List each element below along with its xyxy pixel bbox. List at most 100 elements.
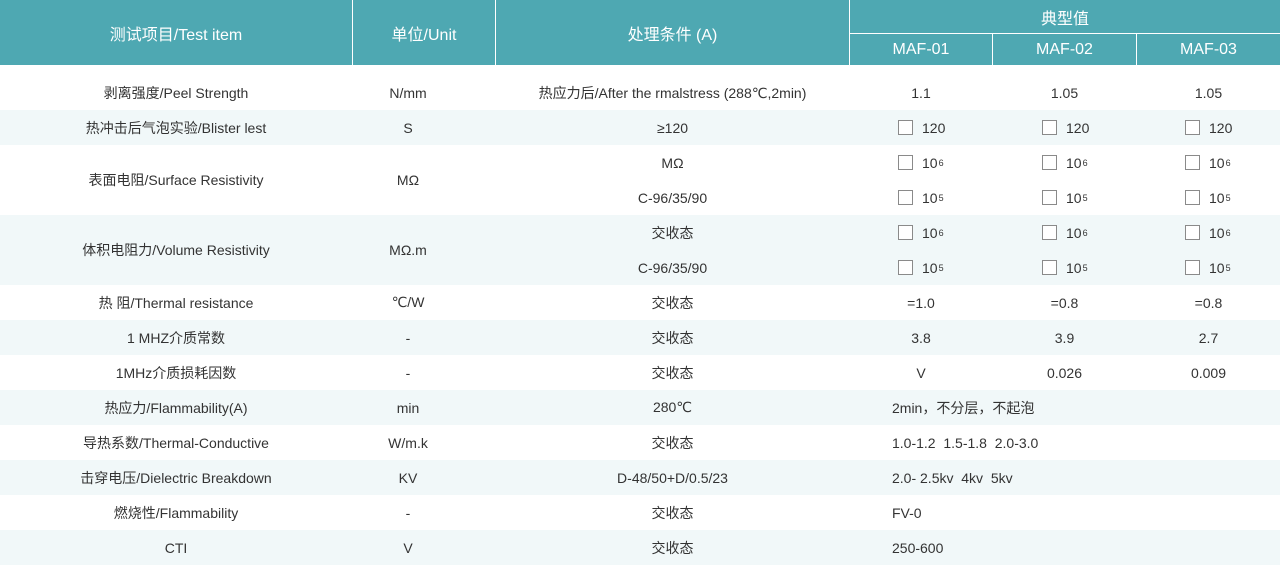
cell-test-item: 1 MHZ介质常数 — [127, 329, 225, 346]
cell-value-merged: FV-0 — [892, 504, 922, 521]
cell-condition: D-48/50+D/0.5/23 — [617, 469, 728, 486]
value-text: 120 — [1209, 119, 1233, 136]
cell-condition: 交收态 — [651, 539, 694, 556]
cell-value-maf02: 10 6 — [1042, 145, 1132, 180]
value-text: 120 — [922, 119, 946, 136]
cell-unit: - — [405, 364, 411, 381]
checkbox[interactable] — [1185, 260, 1200, 275]
cell-value-merged: 1.0-1.2 1.5-1.8 2.0-3.0 — [892, 434, 1039, 451]
cell-test-item: 表面电阻/Surface Resistivity — [88, 172, 264, 188]
cell-unit: V — [403, 539, 413, 556]
cell-condition: 交收态 — [651, 364, 694, 381]
cell-value-maf02: 0.026 — [1046, 364, 1083, 381]
cell-value-maf02: 1.05 — [1050, 84, 1079, 101]
checkbox[interactable] — [898, 120, 913, 135]
cell-condition: 交收态 — [651, 224, 694, 241]
cell-unit: min — [396, 399, 420, 416]
cell-unit: KV — [398, 469, 418, 486]
cell-test-item: 燃烧性/Flammability — [113, 504, 239, 521]
cell-value-maf02: 10 5 — [1042, 180, 1132, 215]
cell-value-maf01: =1.0 — [907, 294, 935, 311]
header-product-maf01: MAF-01 — [850, 34, 992, 65]
cell-value-maf03: 120 — [1185, 110, 1275, 145]
cell-value-maf02: 120 — [1042, 110, 1132, 145]
cell-condition: C-96/35/90 — [637, 259, 708, 276]
cell-test-item: 击穿电压/Dielectric Breakdown — [80, 469, 272, 486]
cell-value-maf03: 10 5 — [1185, 250, 1275, 285]
checkbox[interactable] — [1042, 225, 1057, 240]
value-text: 10 — [1209, 154, 1225, 171]
cell-value-maf03: =0.8 — [1194, 294, 1223, 311]
cell-unit: MΩ — [396, 172, 420, 188]
checkbox[interactable] — [1185, 225, 1200, 240]
cell-value-merged: 2min，不分层，不起泡 — [892, 399, 1035, 416]
checkbox[interactable] — [898, 225, 913, 240]
cell-condition: 交收态 — [651, 329, 694, 346]
cell-value-maf03: 10 6 — [1185, 215, 1275, 250]
checkbox[interactable] — [1185, 155, 1200, 170]
cell-test-item: CTI — [164, 539, 188, 556]
cell-test-item: 热冲击后气泡实验/Blister lest — [85, 119, 267, 136]
cell-value-maf01: 10 5 — [898, 180, 988, 215]
value-text: 10 — [1066, 259, 1082, 276]
value-text: 10 — [1066, 189, 1082, 206]
cell-condition: C-96/35/90 — [637, 189, 708, 206]
cell-value-maf03: 0.009 — [1190, 364, 1227, 381]
header-condition: 处理条件 (A) — [496, 0, 849, 65]
header-unit: 单位/Unit — [353, 0, 495, 65]
cell-test-item: 导热系数/Thermal-Conductive — [83, 434, 269, 451]
cell-value-maf02: 10 6 — [1042, 215, 1132, 250]
header-product-maf02: MAF-02 — [993, 34, 1136, 65]
header-product-maf03: MAF-03 — [1137, 34, 1280, 65]
cell-value-maf01: 120 — [898, 110, 988, 145]
value-text: 10 — [1209, 259, 1225, 276]
cell-unit: - — [405, 504, 411, 521]
cell-value-maf02: 3.9 — [1054, 329, 1075, 346]
cell-value-merged: 250-600 — [892, 539, 944, 556]
value-text: 10 — [922, 224, 938, 241]
value-text: 10 — [922, 154, 938, 171]
cell-value-merged: 2.0- 2.5kv 4kv 5kv — [892, 469, 1013, 486]
cell-condition: 热应力后/After the rmalstress (288℃,2min) — [538, 84, 807, 101]
cell-value-maf03: 10 6 — [1185, 145, 1275, 180]
cell-value-maf01: 3.8 — [911, 329, 931, 346]
header-typical-value: 典型值 — [850, 0, 1280, 33]
cell-value-maf01: 10 6 — [898, 215, 988, 250]
cell-value-maf01: 1.1 — [911, 84, 931, 101]
checkbox[interactable] — [898, 260, 913, 275]
cell-condition: 280℃ — [652, 399, 693, 415]
cell-value-maf02: =0.8 — [1050, 294, 1079, 311]
cell-value-maf01: 10 6 — [898, 145, 988, 180]
checkbox[interactable] — [898, 155, 913, 170]
checkbox[interactable] — [1185, 190, 1200, 205]
header-divider — [992, 33, 993, 65]
checkbox[interactable] — [1042, 120, 1057, 135]
cell-test-item: 1MHz介质损耗因数 — [115, 364, 237, 381]
cell-condition: 交收态 — [651, 504, 694, 521]
checkbox[interactable] — [1042, 155, 1057, 170]
value-text: 10 — [922, 259, 938, 276]
checkbox[interactable] — [1042, 260, 1057, 275]
cell-unit: ℃/W — [391, 294, 425, 310]
value-text: 120 — [1066, 119, 1090, 136]
value-text: 10 — [922, 189, 938, 206]
cell-value-maf03: 1.05 — [1194, 84, 1223, 101]
value-text: 10 — [1066, 154, 1082, 171]
value-text: 10 — [1066, 224, 1082, 241]
cell-value-maf01: 10 5 — [898, 250, 988, 285]
header-divider — [495, 0, 496, 65]
cell-test-item: 体积电阻力/Volume Resistivity — [82, 242, 270, 258]
cell-unit: - — [405, 329, 411, 346]
checkbox[interactable] — [898, 190, 913, 205]
cell-condition: MΩ — [661, 154, 684, 171]
cell-test-item: 热应力/Flammability(A) — [104, 399, 248, 416]
value-text: 10 — [1209, 189, 1225, 206]
cell-unit: N/mm — [389, 84, 427, 101]
checkbox[interactable] — [1042, 190, 1057, 205]
header-divider — [352, 0, 353, 65]
value-text: 10 — [1209, 224, 1225, 241]
header-divider — [1136, 33, 1137, 65]
cell-condition: ≥120 — [656, 119, 689, 136]
checkbox[interactable] — [1185, 120, 1200, 135]
header-test-item: 测试项目/Test item — [0, 0, 352, 65]
